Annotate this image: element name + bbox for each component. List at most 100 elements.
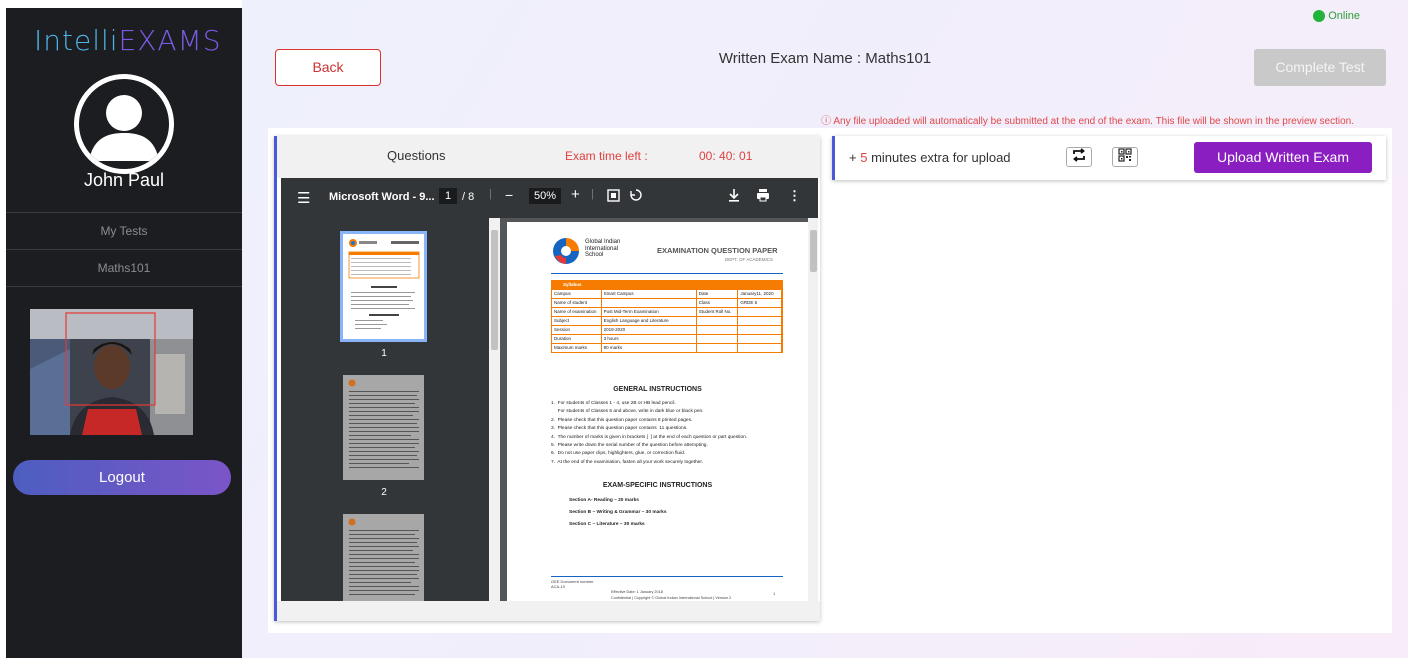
general-instructions-list: 1. For students of Classes 1 - 4, use 2B… xyxy=(551,400,801,467)
table-cell: Smart Campus xyxy=(602,290,697,298)
repeat-icon xyxy=(1071,147,1087,167)
questions-label: Questions xyxy=(387,148,446,163)
table-cell: 3 hours xyxy=(602,335,697,343)
sidebar-item-maths101[interactable]: Maths101 xyxy=(6,249,242,287)
complete-test-button[interactable]: Complete Test xyxy=(1254,49,1386,86)
pdf-page-total: / 8 xyxy=(462,191,475,203)
user-name: John Paul xyxy=(83,170,165,190)
table-cell xyxy=(602,299,697,307)
table-rows: Campus Smart Campus Date January11, 2020 Nam… xyxy=(551,290,783,353)
table-cell: Session xyxy=(552,326,602,334)
upload-written-exam-button[interactable]: Upload Written Exam xyxy=(1194,142,1372,173)
table-cell: Post Mid-Term Examination xyxy=(602,308,697,316)
table-title: Syllabus xyxy=(551,280,783,290)
table-cell xyxy=(738,326,782,334)
pdf-thumbnail-page-3[interactable] xyxy=(343,514,424,601)
instruction-item: 4. The number of marks is given in brack… xyxy=(551,434,748,440)
zoom-out-icon[interactable]: − xyxy=(505,187,513,203)
table-cell: Subject xyxy=(552,317,602,325)
pdf-thumbnail-label: 1 xyxy=(381,348,387,359)
table-cell: Duration xyxy=(552,335,602,343)
pdf-thumbnail-page-1[interactable] xyxy=(340,231,427,342)
pdf-file-name: Microsoft Word - 9... xyxy=(329,191,435,203)
exam-title: Written Exam Name : Maths101 xyxy=(718,50,932,67)
table-cell: Student Roll No. xyxy=(697,308,739,316)
school-name: Global Indian International School xyxy=(585,239,621,258)
questions-header: Questions Exam time left : 00: 40: 01 xyxy=(277,136,820,178)
retake-button[interactable] xyxy=(1066,147,1092,167)
table-row: Name of student Class GRDE 6 xyxy=(551,299,783,308)
questions-card: Questions Exam time left : 00: 40: 01 ☰ … xyxy=(274,136,820,621)
content-panel: Questions Exam time left : 00: 40: 01 ☰ … xyxy=(268,128,1392,633)
table-cell: Name of examination xyxy=(552,308,602,316)
section-item: Section B – Writing & Grammar – 30 marks xyxy=(569,510,667,515)
download-icon[interactable] xyxy=(728,188,740,205)
thumbnail-scroll-thumb[interactable] xyxy=(491,230,498,350)
more-options-icon[interactable]: ⋮ xyxy=(788,188,801,204)
table-cell xyxy=(738,344,782,352)
sidebar-item-my-tests[interactable]: My Tests xyxy=(6,212,242,250)
logout-button[interactable]: Logout xyxy=(13,460,231,495)
qr-code-icon xyxy=(1118,147,1132,167)
pdf-thumbnail-pane: 1 2 xyxy=(281,218,500,601)
school-logo-icon xyxy=(553,238,579,264)
table-cell: Maximum marks xyxy=(552,344,602,352)
instruction-item: 7. At the end of the examination, fasten… xyxy=(551,459,703,465)
zoom-in-icon[interactable]: + xyxy=(571,186,580,203)
doc-header: Global Indian International School EXAMI… xyxy=(551,236,791,266)
table-row: Session 2019-2020 xyxy=(551,326,783,335)
questions-footer xyxy=(277,601,820,621)
fit-page-icon[interactable] xyxy=(607,189,620,205)
instruction-item: 5. Please write down the serial number o… xyxy=(551,443,708,449)
upload-notice: ⓘ Any file uploaded will automatically b… xyxy=(821,116,1354,127)
extra-time-text: + 5 minutes extra for upload xyxy=(849,150,1011,165)
table-cell: 80 marks xyxy=(602,344,697,352)
doc-rule xyxy=(551,273,783,274)
pdf-viewer[interactable]: ☰ Microsoft Word - 9... 1 / 8 | − 50% + … xyxy=(281,178,818,601)
table-cell: Class xyxy=(697,299,739,307)
webcam-feed xyxy=(30,309,193,435)
doc-footer-info: Effective Date: 1 January 2018 Confidenti… xyxy=(611,590,732,600)
section-item: Section C – Literature – 30 marks xyxy=(569,522,645,527)
toolbar-divider: | xyxy=(591,188,594,200)
table-cell: January11, 2020 xyxy=(738,290,782,298)
pdf-thumbnail-page-2[interactable] xyxy=(343,375,424,480)
instruction-item: 1. For students of Classes 1 - 4, use 2B… xyxy=(551,401,676,406)
online-dot-icon xyxy=(1313,10,1326,22)
table-cell xyxy=(738,317,782,325)
table-cell xyxy=(697,335,739,343)
print-icon[interactable] xyxy=(756,188,770,205)
table-row: Name of examination Post Mid-Term Examina… xyxy=(551,308,783,317)
main-area: Online Back Written Exam Name : Maths101… xyxy=(242,0,1408,658)
pdf-page-input[interactable]: 1 xyxy=(439,188,458,204)
rotate-icon[interactable] xyxy=(629,188,643,205)
doc-page-number: 1 xyxy=(773,591,776,596)
pdf-scrollbar[interactable] xyxy=(808,218,818,601)
thumbnail-scrollbar[interactable] xyxy=(489,218,500,601)
menu-icon[interactable]: ☰ xyxy=(297,189,310,207)
table-cell xyxy=(738,308,782,316)
table-row: Duration 3 hours xyxy=(551,335,783,344)
instruction-item: 2. Please check that this question paper… xyxy=(551,417,693,423)
table-cell: Campus xyxy=(552,290,602,298)
table-cell: GRDE 6 xyxy=(738,299,782,307)
exam-time-value: 00: 40: 01 xyxy=(699,149,753,163)
table-cell: Date xyxy=(697,290,739,298)
doc-heading: EXAMINATION QUESTION PAPER xyxy=(657,246,778,255)
exam-specific-title: EXAM-SPECIFIC INSTRUCTIONS xyxy=(602,482,713,489)
doc-footer-rule xyxy=(551,576,783,577)
pdf-page: Global Indian International School EXAMI… xyxy=(507,222,808,601)
table-cell xyxy=(697,326,739,334)
doc-footer-code: GEE Document number ACA-10 xyxy=(551,579,594,589)
pdf-thumbnail-label: 2 xyxy=(381,487,387,498)
zoom-level[interactable]: 50% xyxy=(529,188,562,204)
table-row: Subject English Language and Literature xyxy=(551,317,783,326)
connection-status: Online xyxy=(1313,10,1360,22)
instruction-item: For students of Classes 5 and above, wri… xyxy=(551,409,704,415)
doc-dept: DEPT. OF ACADEMICS xyxy=(725,257,774,262)
table-cell xyxy=(697,344,739,352)
qr-code-button[interactable] xyxy=(1112,147,1138,167)
table-cell xyxy=(697,317,739,325)
pdf-scroll-thumb[interactable] xyxy=(810,230,817,272)
table-row: Campus Smart Campus Date January11, 2020 xyxy=(551,290,783,299)
